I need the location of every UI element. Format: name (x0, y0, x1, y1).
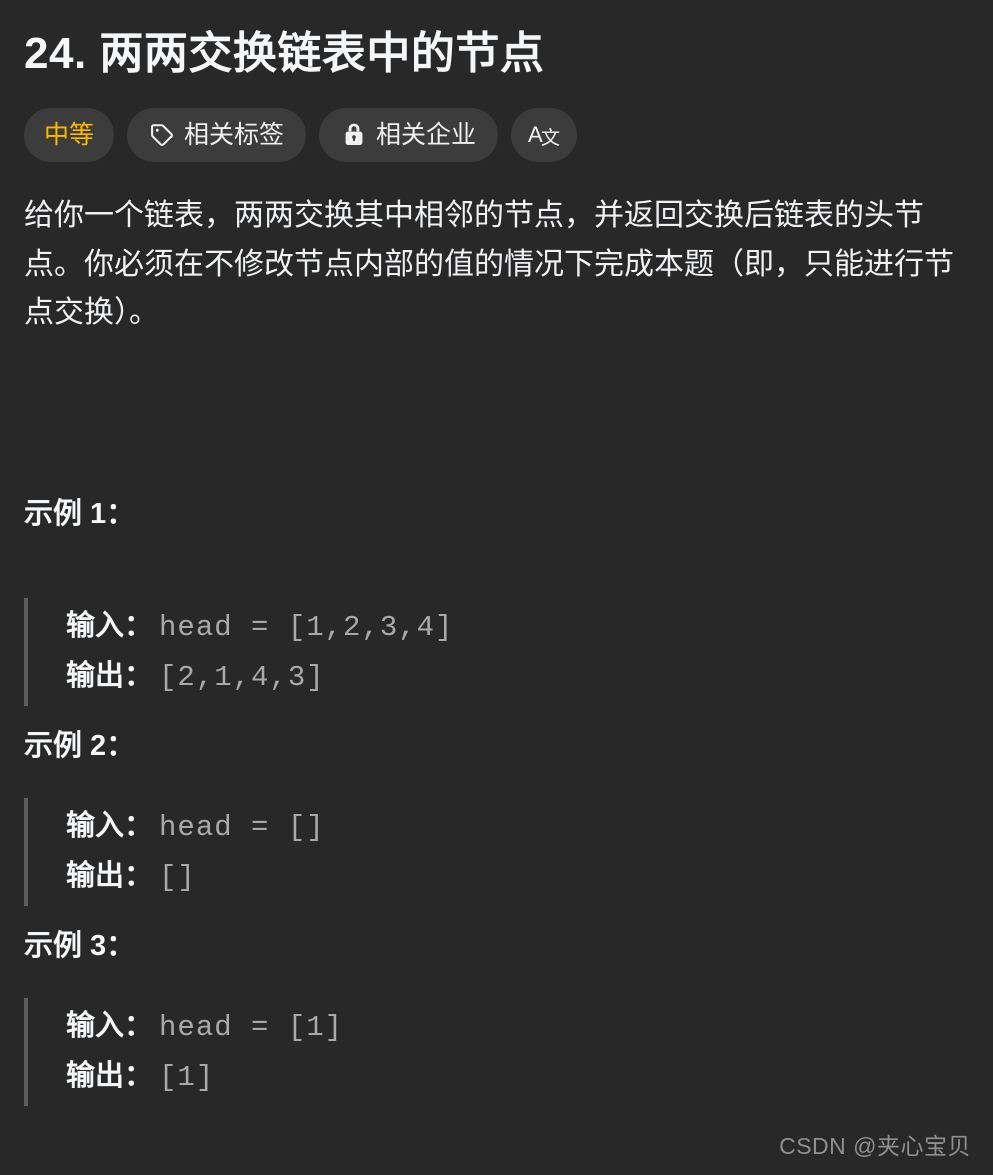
watermark: CSDN @夹心宝贝 (779, 1133, 971, 1159)
example-output-line: 输出：[] (66, 852, 969, 902)
related-tags-label: 相关标签 (184, 120, 285, 149)
example-block: 示例 3： 输入： head = [1] 输出： [1] (24, 928, 969, 1106)
output-value: [1] (159, 1060, 215, 1094)
input-value: head = [1] (159, 1010, 344, 1044)
output-label: 输出： (66, 859, 154, 892)
tag-icon (149, 122, 175, 148)
related-companies-label: 相关企业 (376, 120, 477, 149)
example-block: 示例 1： 输入： head = [1,2,3,4] 输出： [2,1,4,3] (24, 496, 969, 706)
badge-row: 中等 相关标签 相关企业 A 文 (24, 108, 969, 162)
related-companies-badge[interactable]: 相关企业 (319, 108, 499, 162)
output-value: [2,1,4,3] (159, 660, 325, 694)
problem-description: 给你一个链表，两两交换其中相邻的节点，并返回交换后链表的头节点。你必须在不修改节… (24, 199, 954, 330)
translate-icon: A 文 (528, 120, 560, 150)
examples-section: 示例 1： 输入： head = [1,2,3,4] 输出： [2,1,4,3] 示… (24, 496, 969, 1106)
related-tags-badge[interactable]: 相关标签 (127, 108, 307, 162)
example-output-line: 输出： [1] (66, 1052, 969, 1102)
example-quote: 输入： head = [] 输出：[] (24, 797, 969, 906)
output-value: [] (159, 860, 196, 894)
svg-text:文: 文 (541, 127, 560, 149)
example-input-line: 输入： head = [1,2,3,4] (66, 602, 969, 652)
page-title: 24. 两两交换链表中的节点 (24, 29, 545, 78)
input-label: 输入： (66, 609, 154, 642)
example-heading: 示例 1： (24, 498, 136, 530)
example-quote: 输入： head = [1] 输出： [1] (24, 997, 969, 1106)
example-heading: 示例 3： (24, 929, 136, 962)
output-label: 输出： (66, 659, 154, 692)
example-heading: 示例 2： (24, 729, 136, 762)
output-label: 输出： (66, 1059, 154, 1092)
problem-page: 24. 两两交换链表中的节点 中等 相关标签 相关企业 A 文 给你一个链表，两… (0, 0, 993, 1175)
example-block: 示例 2： 输入： head = [] 输出：[] (24, 728, 969, 906)
difficulty-label: 中等 (44, 120, 95, 149)
lock-icon (341, 122, 367, 148)
difficulty-badge[interactable]: 中等 (24, 108, 115, 162)
example-output-line: 输出： [2,1,4,3] (66, 652, 969, 702)
input-value: head = [] (159, 810, 325, 844)
example-quote: 输入： head = [1,2,3,4] 输出： [2,1,4,3] (24, 597, 969, 706)
example-input-line: 输入： head = [] (66, 802, 969, 852)
input-label: 输入： (66, 809, 154, 842)
input-label: 输入： (66, 1009, 154, 1042)
translate-badge[interactable]: A 文 (511, 108, 578, 162)
example-input-line: 输入： head = [1] (66, 1002, 969, 1052)
input-value: head = [1,2,3,4] (159, 610, 454, 644)
